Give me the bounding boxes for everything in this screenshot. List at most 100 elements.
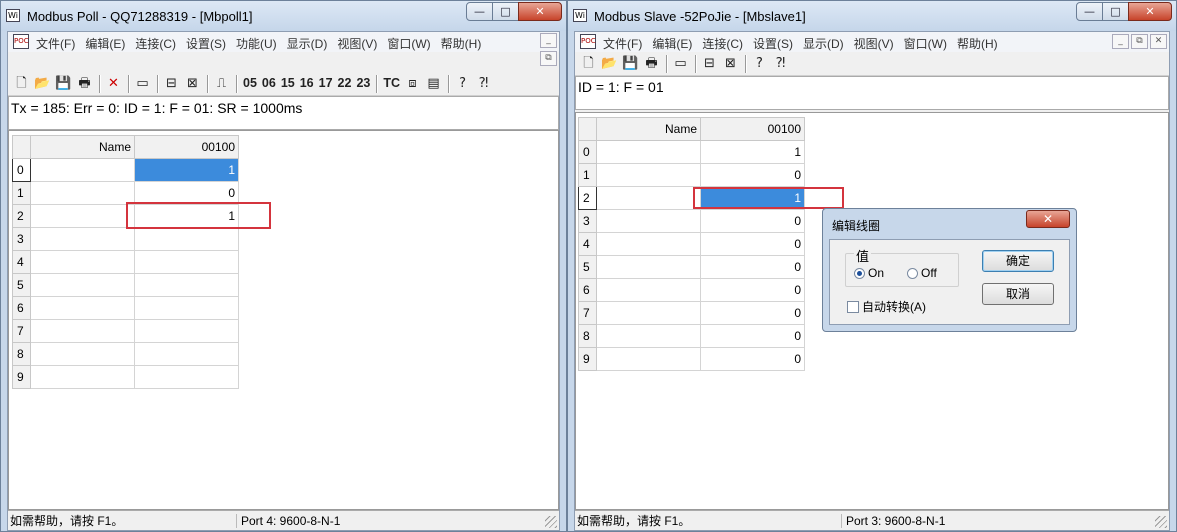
name-cell[interactable] [30, 296, 135, 320]
menu-edit[interactable]: 编辑(E) [652, 35, 692, 52]
minimize-button[interactable]: — [1076, 2, 1103, 21]
maximize-button[interactable]: □ [1102, 2, 1129, 21]
mdi-close-button[interactable]: ✕ [1150, 34, 1167, 49]
name-cell[interactable] [30, 204, 135, 228]
value-cell[interactable]: 0 [700, 301, 805, 325]
fc06-button[interactable]: 06 [260, 74, 278, 93]
menu-file[interactable]: 文件(F) [603, 35, 642, 52]
name-cell[interactable] [30, 181, 135, 205]
value-cell[interactable] [134, 227, 239, 251]
row-header[interactable]: 2 [578, 186, 597, 210]
radio-selected-icon[interactable] [854, 267, 865, 279]
row-header[interactable]: 3 [12, 227, 31, 251]
value-cell[interactable]: 0 [700, 163, 805, 187]
value-cell[interactable]: 1 [700, 140, 805, 164]
disconnect-icon[interactable]: ⊠ [721, 54, 740, 73]
value-cell[interactable]: 0 [700, 209, 805, 233]
row-header[interactable]: 0 [12, 158, 31, 182]
chart-icon[interactable]: ⧈ [403, 74, 422, 93]
title-bar[interactable]: Wi Modbus Poll - QQ71288319 - [Mbpoll1] … [1, 1, 566, 31]
auto-convert-checkbox[interactable]: 自动转换(A) [847, 298, 926, 315]
fc17-button[interactable]: 17 [317, 74, 335, 93]
minimize-button[interactable]: — [466, 2, 493, 21]
name-cell[interactable] [30, 227, 135, 251]
value-cell[interactable] [134, 273, 239, 297]
title-bar[interactable]: Wi Modbus Slave -52PoJie - [Mbslave1] — … [568, 1, 1176, 31]
name-cell[interactable] [596, 209, 701, 233]
row-header[interactable]: 1 [578, 163, 597, 187]
value-cell[interactable]: 1 [134, 158, 239, 182]
ok-button[interactable]: 确定 [982, 250, 1054, 272]
open-icon[interactable]: 📂 [600, 54, 619, 73]
mdi-minimize-button[interactable]: _ [1112, 34, 1129, 49]
resize-grip-icon[interactable] [545, 516, 557, 528]
menu-edit[interactable]: 编辑(E) [85, 35, 125, 52]
name-cell[interactable] [596, 301, 701, 325]
disconnect-icon[interactable]: ⊠ [183, 74, 202, 93]
address-column-header[interactable]: 00100 [134, 135, 239, 159]
name-cell[interactable] [596, 255, 701, 279]
menu-setup[interactable]: 设置(S) [753, 35, 793, 52]
mdi-restore-button[interactable]: ⧉ [1131, 34, 1148, 49]
name-cell[interactable] [30, 365, 135, 389]
close-button[interactable]: ✕ [518, 2, 562, 21]
document-icon[interactable]: POC [13, 34, 29, 49]
on-radio[interactable]: On [854, 266, 884, 280]
name-cell[interactable] [30, 319, 135, 343]
name-cell[interactable] [596, 140, 701, 164]
fc16-button[interactable]: 16 [298, 74, 316, 93]
cancel-button[interactable]: 取消 [982, 283, 1054, 305]
menu-display[interactable]: 显示(D) [803, 35, 844, 52]
name-cell[interactable] [596, 324, 701, 348]
off-radio[interactable]: Off [907, 266, 937, 280]
value-cell[interactable] [134, 319, 239, 343]
row-header[interactable]: 9 [578, 347, 597, 371]
value-cell[interactable]: 0 [700, 324, 805, 348]
save-icon[interactable]: 💾 [54, 74, 73, 93]
tc-button[interactable]: TC [381, 74, 402, 93]
name-cell[interactable] [596, 347, 701, 371]
menu-view[interactable]: 视图(V) [337, 35, 377, 52]
window-icon[interactable]: ▭ [671, 54, 690, 73]
print-icon[interactable]: 🖶 [75, 74, 94, 93]
save-icon[interactable]: 💾 [621, 54, 640, 73]
row-header[interactable]: 3 [578, 209, 597, 233]
row-header[interactable]: 8 [578, 324, 597, 348]
menu-window[interactable]: 窗口(W) [904, 35, 947, 52]
data-grid[interactable]: Name 00100 01 10 21 3 4 5 6 7 8 9 [12, 135, 239, 389]
data-grid[interactable]: Name 00100 01 10 21 30 40 50 60 70 80 90 [578, 117, 805, 371]
name-cell[interactable] [30, 250, 135, 274]
row-header[interactable]: 7 [12, 319, 31, 343]
monitor-icon[interactable]: ▤ [424, 74, 443, 93]
row-header[interactable]: 8 [12, 342, 31, 366]
row-header[interactable]: 5 [12, 273, 31, 297]
menu-functions[interactable]: 功能(U) [236, 35, 277, 52]
menu-connection[interactable]: 连接(C) [702, 35, 743, 52]
row-header[interactable]: 6 [12, 296, 31, 320]
document-icon[interactable]: POC [580, 34, 596, 49]
name-column-header[interactable]: Name [30, 135, 135, 159]
maximize-button[interactable]: □ [492, 2, 519, 21]
dialog-close-button[interactable]: ✕ [1026, 210, 1070, 228]
menu-help[interactable]: 帮助(H) [957, 35, 998, 52]
name-cell[interactable] [30, 342, 135, 366]
row-header[interactable]: 6 [578, 278, 597, 302]
row-header[interactable]: 5 [578, 255, 597, 279]
pulse-icon[interactable]: ⎍ [212, 74, 231, 93]
row-header[interactable]: 4 [12, 250, 31, 274]
help-icon[interactable]: ? [453, 74, 472, 93]
fc15-button[interactable]: 15 [279, 74, 297, 93]
name-cell[interactable] [596, 232, 701, 256]
value-cell[interactable] [134, 250, 239, 274]
checkbox-icon[interactable] [847, 300, 859, 313]
menu-help[interactable]: 帮助(H) [441, 35, 482, 52]
name-cell[interactable] [596, 278, 701, 302]
help-icon[interactable]: ? [750, 54, 769, 73]
row-header[interactable]: 1 [12, 181, 31, 205]
row-header[interactable]: 2 [12, 204, 31, 228]
value-cell[interactable] [134, 342, 239, 366]
mdi-restore-button[interactable]: ⧉ [540, 51, 557, 66]
name-cell[interactable] [596, 186, 701, 210]
fc22-button[interactable]: 22 [336, 74, 354, 93]
context-help-icon[interactable]: ⁈ [474, 74, 493, 93]
